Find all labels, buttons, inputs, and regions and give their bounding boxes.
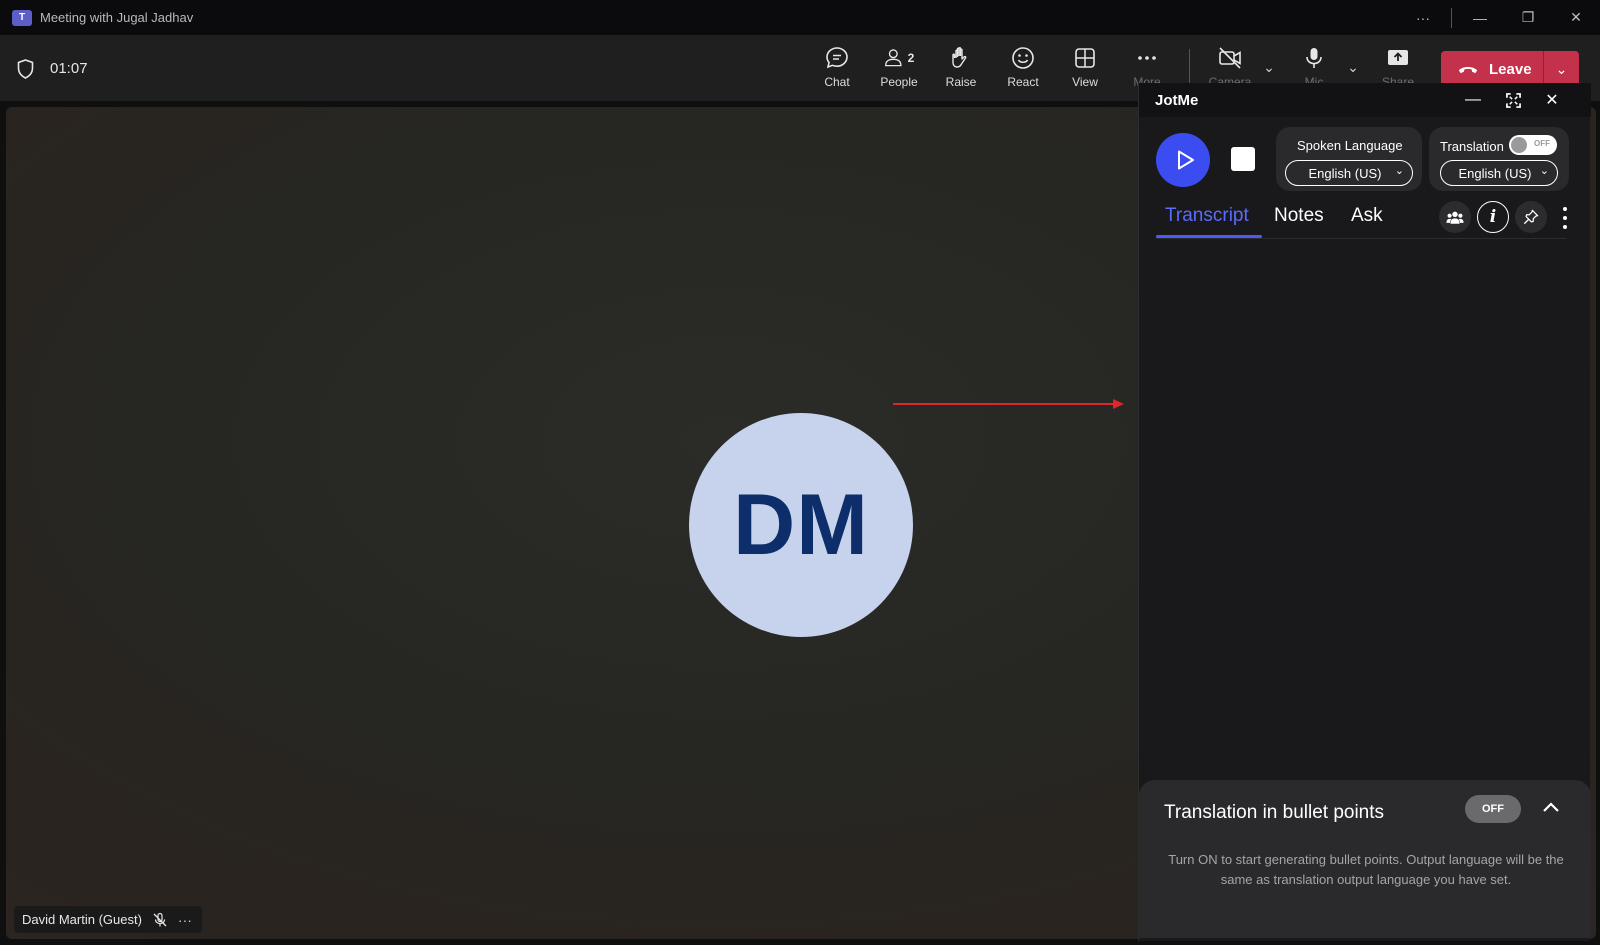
react-emoji-icon [1012,47,1034,69]
people-button[interactable]: 2 People [869,45,929,95]
spoken-language-label: Spoken Language [1297,138,1403,153]
panel-menu-kebab-icon[interactable] [1561,205,1569,231]
translation-toggle-state: OFF [1534,139,1550,148]
tab-ask[interactable]: Ask [1351,205,1383,227]
people-count: 2 [907,51,915,65]
info-button[interactable]: i [1477,201,1509,233]
mic-muted-icon [153,912,167,926]
participant-name: David Martin (Guest) [22,912,142,927]
share-screen-icon [1388,50,1408,65]
mic-options-chevron-icon[interactable]: ⌄ [1343,57,1363,77]
tab-notes[interactable]: Notes [1274,205,1324,227]
react-label: React [1007,75,1039,89]
camera-options-chevron-icon[interactable]: ⌄ [1259,57,1279,77]
view-grid-icon [1075,48,1095,68]
close-panel-icon[interactable]: ✕ [1541,89,1563,111]
speakers-button[interactable] [1439,201,1471,233]
translation-label: Translation [1440,139,1504,154]
toolbar-divider [1189,49,1190,87]
jotme-header: JotMe — ✕ [1139,83,1591,117]
react-button[interactable]: React [993,45,1053,95]
jotme-title: JotMe [1155,91,1199,109]
spoken-language-select[interactable]: English (US) ⌄ [1285,160,1413,186]
participant-name-tag: David Martin (Guest) ··· [14,906,202,933]
window-titlebar: T Meeting with Jugal Jadhav ··· — ❐ ✕ [0,0,1600,35]
bullet-points-card: Translation in bullet points OFF Turn ON… [1139,780,1591,938]
camera-off-icon [1219,47,1241,69]
play-icon [1177,150,1194,170]
chevron-up-icon[interactable] [1539,796,1563,820]
people-label: People [880,75,918,89]
people-icon [884,49,902,67]
pin-button[interactable] [1515,201,1547,233]
chevron-down-icon: ⌄ [1394,165,1404,177]
shield-icon [17,59,34,79]
spoken-language-value: English (US) [1308,165,1382,181]
hang-up-phone-icon [1458,66,1478,73]
bullet-points-title: Translation in bullet points [1164,802,1385,823]
participant-more-icon[interactable]: ··· [178,912,192,928]
bullet-points-toggle[interactable]: OFF [1465,795,1521,823]
bullet-points-description: Turn ON to start generating bullet point… [1168,852,1564,887]
minimize-panel-icon[interactable]: — [1462,89,1484,111]
meeting-timer: 01:07 [50,60,88,77]
divider [1451,7,1452,28]
restore-icon[interactable]: ❐ [1504,0,1552,35]
avatar: DM [689,413,913,637]
tab-transcript[interactable]: Transcript [1165,205,1249,227]
chevron-down-icon: ⌄ [1539,165,1549,177]
raise-label: Raise [945,75,977,89]
group-people-icon [1446,211,1464,224]
info-icon: i [1489,207,1497,227]
window-more-icon[interactable]: ··· [1399,0,1447,35]
pin-icon [1523,209,1539,225]
raise-hand-icon [952,47,967,68]
translation-toggle[interactable]: OFF [1509,135,1557,155]
stop-button[interactable] [1231,147,1255,171]
translation-language-value: English (US) [1458,165,1532,181]
leave-label: Leave [1489,60,1532,78]
expand-arrows-icon [1505,92,1521,108]
leave-button[interactable]: Leave ⌄ [1441,51,1579,87]
mic-icon [1306,48,1322,68]
minimize-icon[interactable]: — [1456,0,1504,35]
more-dots-icon [1138,56,1156,60]
teams-logo-icon: T [12,9,32,26]
expand-panel-icon[interactable] [1502,89,1524,111]
leave-options-chevron-icon[interactable]: ⌄ [1544,61,1579,78]
play-button[interactable] [1156,133,1210,187]
translation-card: Translation OFF English (US) ⌄ [1429,127,1569,191]
window-title: Meeting with Jugal Jadhav [40,10,194,25]
chat-label: Chat [824,75,850,89]
chat-button[interactable]: Chat [807,45,867,95]
toggle-knob [1511,137,1527,153]
active-tab-indicator [1156,235,1262,238]
transcript-area [1139,243,1591,858]
spoken-language-card: Spoken Language English (US) ⌄ [1276,127,1422,191]
translation-language-select[interactable]: English (US) ⌄ [1440,160,1558,186]
view-label: View [1072,75,1098,89]
red-arrow-annotation [893,399,1124,409]
avatar-initials: DM [733,476,869,573]
close-window-icon[interactable]: ✕ [1552,0,1600,35]
jotme-panel: JotMe — ✕ Spoken Language English (US) ⌄… [1138,83,1591,941]
raise-button[interactable]: Raise [931,45,991,95]
view-button[interactable]: View [1055,45,1115,95]
chat-icon [826,47,848,69]
